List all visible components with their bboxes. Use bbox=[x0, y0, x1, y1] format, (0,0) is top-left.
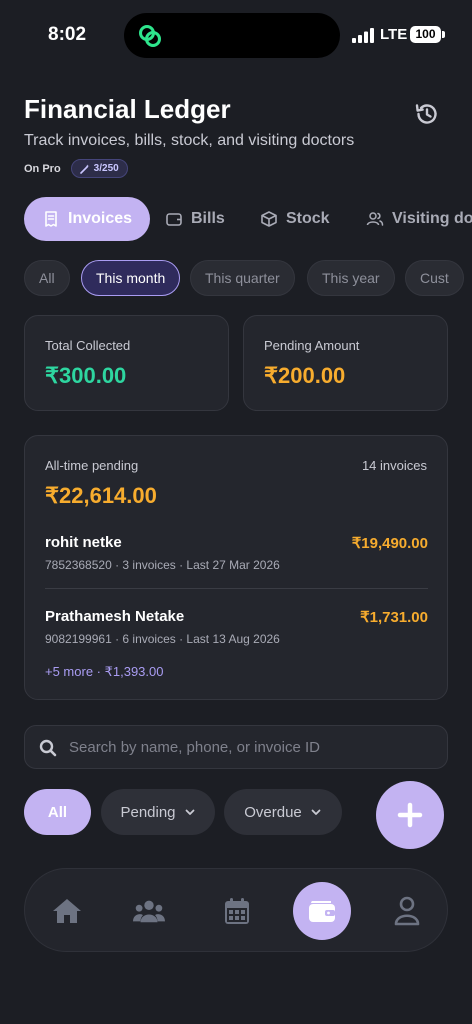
filter-overdue-label: Overdue bbox=[244, 803, 302, 821]
calendar-icon bbox=[225, 898, 249, 924]
ledger-tabs: Invoices Bills Stock Visiting doc bbox=[24, 197, 472, 241]
filter-all[interactable]: All bbox=[24, 789, 91, 835]
tab-invoices[interactable]: Invoices bbox=[24, 197, 151, 241]
network-label: LTE bbox=[380, 26, 408, 43]
chevron-down-icon bbox=[311, 809, 321, 815]
plan-label: On Pro bbox=[24, 162, 61, 175]
nav-ledger[interactable] bbox=[293, 882, 351, 940]
pending-amount-label: Pending Amount bbox=[264, 338, 360, 353]
tab-visiting-doctors-label: Visiting doc bbox=[392, 210, 472, 227]
nav-profile[interactable] bbox=[391, 895, 423, 927]
add-invoice-button[interactable] bbox=[376, 781, 444, 849]
total-collected-label: Total Collected bbox=[45, 338, 131, 353]
divider bbox=[45, 588, 428, 589]
debtor-amount: ₹1,731.00 bbox=[360, 609, 428, 626]
filter-all-label: All bbox=[47, 803, 68, 821]
chip-this-month[interactable]: This month bbox=[81, 260, 181, 296]
magic-wand-icon bbox=[79, 164, 90, 174]
chip-this-quarter[interactable]: This quarter bbox=[190, 260, 295, 296]
total-collected-card: Total Collected ₹300.00 bbox=[24, 315, 229, 411]
debtor-meta: 7852368520 · 3 invoices · Last 27 Mar 20… bbox=[45, 558, 280, 572]
filter-pending-dropdown[interactable]: Pending bbox=[101, 789, 215, 835]
pending-invoice-count: 14 invoices bbox=[361, 458, 427, 473]
plan-usage-text: 3/250 bbox=[93, 163, 119, 174]
debtor-name: rohit netke bbox=[45, 534, 122, 551]
plus-icon bbox=[397, 802, 423, 828]
search-icon bbox=[39, 739, 57, 757]
filter-overdue-dropdown[interactable]: Overdue bbox=[224, 789, 342, 835]
search-bar bbox=[24, 725, 448, 769]
signal-icon bbox=[352, 28, 374, 43]
search-input[interactable] bbox=[69, 726, 439, 768]
date-filter-chips: All This month This quarter This year Cu… bbox=[24, 260, 472, 296]
pending-amount-card: Pending Amount ₹200.00 bbox=[243, 315, 448, 411]
debtor-row[interactable]: Prathamesh Netake ₹1,731.00 9082199961 ·… bbox=[45, 608, 428, 658]
tab-bills[interactable]: Bills bbox=[165, 197, 225, 241]
history-icon[interactable] bbox=[412, 99, 442, 129]
tab-stock[interactable]: Stock bbox=[260, 197, 330, 241]
group-icon bbox=[133, 900, 165, 923]
filter-pending-label: Pending bbox=[120, 803, 176, 821]
tab-visiting-doctors[interactable]: Visiting doc bbox=[366, 197, 472, 241]
chevron-down-icon bbox=[185, 809, 194, 815]
home-icon bbox=[53, 899, 81, 923]
nav-patients[interactable] bbox=[133, 895, 165, 927]
debtor-row[interactable]: rohit netke ₹19,490.00 7852368520 · 3 in… bbox=[45, 534, 428, 584]
debtor-meta: 9082199961 · 6 invoices · Last 13 Aug 20… bbox=[45, 632, 280, 646]
pending-amount-value: ₹200.00 bbox=[264, 363, 346, 388]
page-title: Financial Ledger bbox=[24, 94, 231, 124]
battery-icon: 100 bbox=[410, 26, 445, 43]
receipt-icon bbox=[45, 211, 57, 227]
plan-row: On Pro 3/250 bbox=[24, 159, 128, 178]
tab-stock-label: Stock bbox=[286, 210, 330, 227]
all-time-pending-label: All-time pending bbox=[45, 458, 139, 473]
bottom-nav bbox=[24, 868, 448, 952]
chip-this-year[interactable]: This year bbox=[307, 260, 395, 296]
all-time-pending-total: ₹22,614.00 bbox=[45, 483, 157, 508]
users-icon bbox=[366, 212, 384, 226]
wallet-icon bbox=[166, 213, 182, 226]
link-icon bbox=[139, 25, 161, 47]
status-bar: 8:02 LTE 100 bbox=[0, 0, 472, 70]
tab-bills-label: Bills bbox=[191, 210, 225, 227]
box-icon bbox=[261, 211, 277, 227]
plan-usage-badge[interactable]: 3/250 bbox=[70, 159, 128, 178]
all-time-pending-card: All-time pending 14 invoices ₹22,614.00 … bbox=[24, 435, 448, 700]
wallet-icon bbox=[309, 901, 335, 922]
total-collected-value: ₹300.00 bbox=[45, 363, 127, 388]
debtor-name: Prathamesh Netake bbox=[45, 608, 185, 625]
debtor-amount: ₹19,490.00 bbox=[351, 535, 428, 552]
chip-custom[interactable]: Cust bbox=[405, 260, 464, 296]
nav-calendar[interactable] bbox=[221, 895, 253, 927]
dynamic-island bbox=[124, 13, 340, 58]
chip-all[interactable]: All bbox=[24, 260, 70, 296]
page-subtitle: Track invoices, bills, stock, and visiti… bbox=[24, 132, 355, 149]
status-time: 8:02 bbox=[48, 24, 87, 45]
tab-invoices-label: Invoices bbox=[68, 210, 133, 227]
more-debtors-link[interactable]: +5 more · ₹1,393.00 bbox=[45, 664, 163, 680]
nav-home[interactable] bbox=[51, 895, 83, 927]
profile-icon bbox=[394, 896, 420, 926]
